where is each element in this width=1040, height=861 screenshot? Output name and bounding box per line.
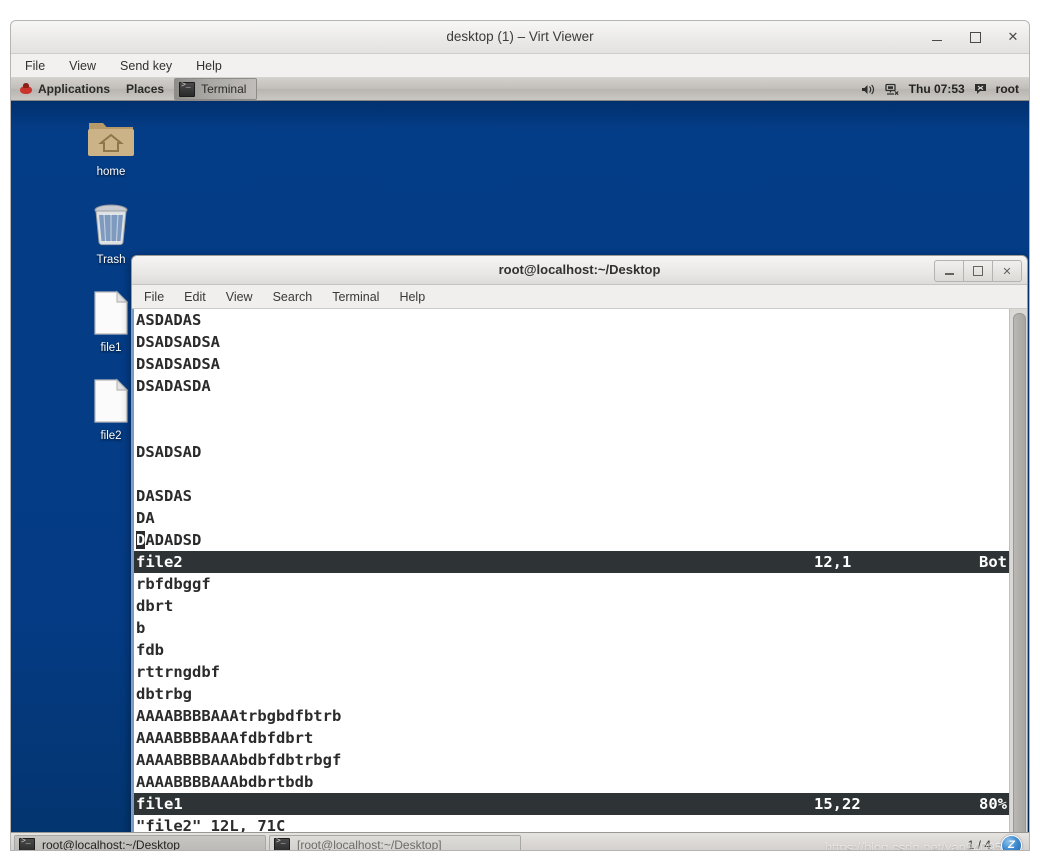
applications-menu-label: Applications	[38, 82, 111, 96]
desktop-area[interactable]: home Trash file1 file2 root@localhost:~/…	[11, 101, 1029, 832]
terminal-menu-edit[interactable]: Edit	[184, 290, 206, 304]
terminal-line: AAAABBBBAAAbdbrtbdb	[136, 773, 314, 791]
terminal-menu-help[interactable]: Help	[399, 290, 425, 304]
menu-send-key[interactable]: Send key	[118, 58, 174, 74]
terminal-icon	[274, 837, 290, 850]
terminal-line: b	[136, 619, 146, 637]
terminal-title: root@localhost:~/Desktop	[498, 262, 661, 277]
terminal-line: rbfdbggf	[136, 575, 211, 593]
panel-left-group: Applications Places Terminal	[11, 78, 258, 100]
virt-viewer-titlebar: desktop (1) – Virt Viewer ✕	[11, 21, 1029, 54]
virt-viewer-window-controls: ✕	[929, 21, 1021, 53]
terminal-scrollbar[interactable]	[1009, 309, 1027, 832]
virt-viewer-menubar: File View Send key Help	[11, 54, 1029, 78]
terminal-line: DSADSAD	[136, 443, 202, 461]
vim-status-percent: 80%	[979, 795, 1007, 813]
taskbar-item-inactive[interactable]: [root@localhost:~/Desktop]	[269, 835, 521, 851]
gnome-top-panel: Applications Places Terminal	[11, 78, 1029, 101]
desktop-icon-label: home	[96, 166, 126, 178]
workspace-indicator[interactable]: 1 / 4	[964, 838, 995, 850]
close-icon[interactable]: ✕	[1005, 29, 1021, 45]
terminal-line: rttrngdbf	[136, 663, 220, 681]
terminal-window-controls: ✕	[934, 260, 1022, 282]
taskbar-item-label: [root@localhost:~/Desktop]	[297, 838, 442, 851]
terminal-icon	[19, 837, 35, 850]
vim-status-filename: file2	[136, 553, 183, 571]
virt-viewer-window: desktop (1) – Virt Viewer ✕ File View Se…	[10, 20, 1030, 851]
vim-status-line: file1 15,22 80%	[134, 793, 1009, 815]
terminal-line-with-cursor: DADADSD	[136, 531, 202, 549]
terminal-line: AAAABBBBAAAtrbgbdfbtrb	[136, 707, 342, 725]
terminal-text-area[interactable]: ASDADAS DSADSADSA DSADSADSA DSADASDA DSADSAD…	[132, 309, 1009, 832]
places-menu-label: Places	[126, 82, 165, 96]
panel-clock[interactable]: Thu 07:53	[909, 82, 965, 96]
panel-user-menu[interactable]: root	[996, 82, 1019, 96]
terminal-line: AAAABBBBAAAbdbfdbtrbgf	[136, 751, 342, 769]
messaging-icon[interactable]	[974, 83, 987, 95]
vim-status-position: 12,1	[814, 553, 852, 571]
terminal-minimize-button[interactable]	[934, 260, 963, 282]
text-cursor: D	[136, 531, 146, 549]
trash-icon	[73, 201, 149, 249]
terminal-icon	[179, 81, 196, 97]
vim-status-position: 15,22	[814, 795, 861, 813]
panel-status-area: Thu 07:53 root	[861, 78, 1029, 100]
terminal-line: DSADASDA	[136, 377, 211, 395]
terminal-menu-view[interactable]: View	[226, 290, 253, 304]
terminal-line: dbrt	[136, 597, 174, 615]
terminal-line: DSADSADSA	[136, 355, 220, 373]
bottom-taskbar: root@localhost:~/Desktop [root@localhost…	[11, 832, 1029, 851]
terminal-menubar: File Edit View Search Terminal Help	[132, 285, 1027, 309]
taskbar-item-label: root@localhost:~/Desktop	[42, 838, 180, 851]
terminal-window: root@localhost:~/Desktop ✕ File Edit Vie…	[131, 255, 1028, 832]
terminal-scrollbar-thumb[interactable]	[1013, 313, 1026, 832]
terminal-line: "file2" 12L, 71C	[136, 817, 286, 832]
vim-status-line: file2 12,1 Bot	[134, 551, 1009, 573]
terminal-line: dbtrbg	[136, 685, 192, 703]
minimize-button[interactable]	[929, 29, 945, 45]
taskbar-item-active[interactable]: root@localhost:~/Desktop	[14, 835, 266, 851]
maximize-button[interactable]	[967, 29, 983, 45]
screen-root: desktop (1) – Virt Viewer ✕ File View Se…	[0, 0, 1040, 861]
redhat-logo-icon	[19, 82, 33, 96]
terminal-titlebar: root@localhost:~/Desktop ✕	[132, 256, 1027, 285]
virt-viewer-title: desktop (1) – Virt Viewer	[446, 29, 594, 44]
terminal-body[interactable]: ASDADAS DSADSADSA DSADSADSA DSADASDA DSADSAD…	[132, 309, 1027, 832]
terminal-line: fdb	[136, 641, 164, 659]
panel-window-button-terminal[interactable]: Terminal	[174, 78, 258, 100]
network-disconnected-icon[interactable]	[885, 83, 900, 96]
panel-window-button-label: Terminal	[201, 82, 247, 96]
menu-view[interactable]: View	[67, 58, 98, 74]
menu-file[interactable]: File	[23, 58, 47, 74]
taskbar-right-group: https://blog.csdn.net/yan94095 1 / 4 Z	[825, 834, 1026, 850]
terminal-menu-terminal[interactable]: Terminal	[332, 290, 379, 304]
vim-status-percent: Bot	[979, 553, 1007, 571]
terminal-line: DA	[136, 509, 155, 527]
terminal-line: DASDAS	[136, 487, 192, 505]
terminal-menu-search[interactable]: Search	[273, 290, 313, 304]
workspace-badge-icon[interactable]: Z	[1001, 834, 1022, 850]
terminal-line: DSADSADSA	[136, 333, 220, 351]
vim-status-filename: file1	[136, 795, 183, 813]
applications-menu[interactable]: Applications	[11, 78, 118, 100]
terminal-maximize-button[interactable]	[963, 260, 992, 282]
volume-icon[interactable]	[861, 83, 876, 96]
desktop-icon-home[interactable]: home	[73, 113, 149, 179]
menu-help[interactable]: Help	[194, 58, 224, 74]
terminal-line: AAAABBBBAAAfdbfdbrt	[136, 729, 314, 747]
terminal-close-icon[interactable]: ✕	[992, 260, 1022, 282]
home-folder-icon	[73, 113, 149, 161]
places-menu[interactable]: Places	[118, 78, 172, 100]
terminal-line: ASDADAS	[136, 311, 202, 329]
terminal-menu-file[interactable]: File	[144, 290, 164, 304]
